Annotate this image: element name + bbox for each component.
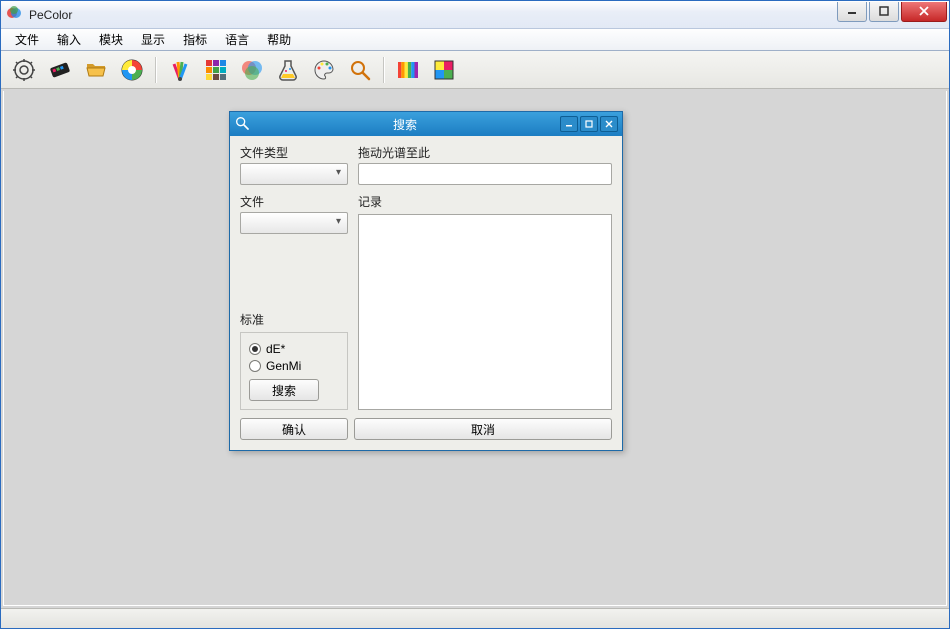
menu-file[interactable]: 文件 bbox=[7, 29, 47, 50]
menu-bar: 文件 输入 模块 显示 指标 语言 帮助 bbox=[1, 29, 949, 51]
venn-icon[interactable] bbox=[237, 55, 267, 85]
toolbar bbox=[1, 51, 949, 89]
status-bar bbox=[1, 608, 949, 628]
standard-group: dE* GenMi 搜索 bbox=[240, 332, 348, 410]
color-wheel-icon[interactable] bbox=[117, 55, 147, 85]
radio-dot-icon bbox=[249, 343, 261, 355]
app-title: PeColor bbox=[29, 8, 72, 22]
record-listbox[interactable] bbox=[358, 214, 612, 410]
palette-icon[interactable] bbox=[309, 55, 339, 85]
file-combo[interactable] bbox=[240, 212, 348, 234]
menu-help[interactable]: 帮助 bbox=[259, 29, 299, 50]
file-type-label: 文件类型 bbox=[240, 144, 348, 161]
menu-display[interactable]: 显示 bbox=[133, 29, 173, 50]
menu-input[interactable]: 输入 bbox=[49, 29, 89, 50]
title-bar[interactable]: PeColor bbox=[1, 1, 949, 29]
minimize-button[interactable] bbox=[837, 2, 867, 22]
toolbar-separator bbox=[383, 57, 385, 83]
drag-spectrum-input[interactable] bbox=[358, 163, 612, 185]
toolbar-separator bbox=[155, 57, 157, 83]
ok-button[interactable]: 确认 bbox=[240, 418, 348, 440]
search-button[interactable]: 搜索 bbox=[249, 379, 319, 401]
dialog-close-button[interactable] bbox=[600, 116, 618, 132]
file-label: 文件 bbox=[240, 193, 348, 210]
cancel-button-label: 取消 bbox=[471, 421, 495, 438]
search-button-label: 搜索 bbox=[272, 382, 296, 399]
radio-de-label: dE* bbox=[266, 342, 285, 356]
cancel-button[interactable]: 取消 bbox=[354, 418, 612, 440]
record-label: 记录 bbox=[358, 193, 612, 210]
ok-button-label: 确认 bbox=[282, 421, 306, 438]
swatch-grid-icon[interactable] bbox=[201, 55, 231, 85]
menu-module[interactable]: 模块 bbox=[91, 29, 131, 50]
window-controls bbox=[835, 2, 947, 22]
workspace: 搜索 文件类型 文件 标准 bbox=[3, 91, 947, 606]
menu-language[interactable]: 语言 bbox=[217, 29, 257, 50]
dialog-title-bar[interactable]: 搜索 bbox=[230, 112, 622, 136]
file-type-combo[interactable] bbox=[240, 163, 348, 185]
app-window: PeColor 文件 输入 模块 显示 指标 语言 帮助 bbox=[0, 0, 950, 629]
color-block-icon[interactable] bbox=[429, 55, 459, 85]
settings-gear-icon[interactable] bbox=[9, 55, 39, 85]
app-logo-icon bbox=[7, 5, 23, 24]
radio-genmi-label: GenMi bbox=[266, 359, 301, 373]
search-dialog: 搜索 文件类型 文件 标准 bbox=[229, 111, 623, 451]
fan-deck-icon[interactable] bbox=[165, 55, 195, 85]
radio-de[interactable]: dE* bbox=[249, 342, 339, 356]
drag-spectrum-label: 拖动光谱至此 bbox=[358, 144, 612, 161]
dialog-search-icon bbox=[234, 115, 250, 134]
standard-label: 标准 bbox=[240, 311, 348, 328]
flask-icon[interactable] bbox=[273, 55, 303, 85]
dialog-maximize-button[interactable] bbox=[580, 116, 598, 132]
dialog-minimize-button[interactable] bbox=[560, 116, 578, 132]
folder-open-icon[interactable] bbox=[81, 55, 111, 85]
menu-indicator[interactable]: 指标 bbox=[175, 29, 215, 50]
color-chip-icon[interactable] bbox=[45, 55, 75, 85]
radio-dot-icon bbox=[249, 360, 261, 372]
dialog-title: 搜索 bbox=[250, 116, 560, 133]
spectrum-icon[interactable] bbox=[393, 55, 423, 85]
radio-genmi[interactable]: GenMi bbox=[249, 359, 339, 373]
maximize-button[interactable] bbox=[869, 2, 899, 22]
search-icon[interactable] bbox=[345, 55, 375, 85]
close-button[interactable] bbox=[901, 2, 947, 22]
